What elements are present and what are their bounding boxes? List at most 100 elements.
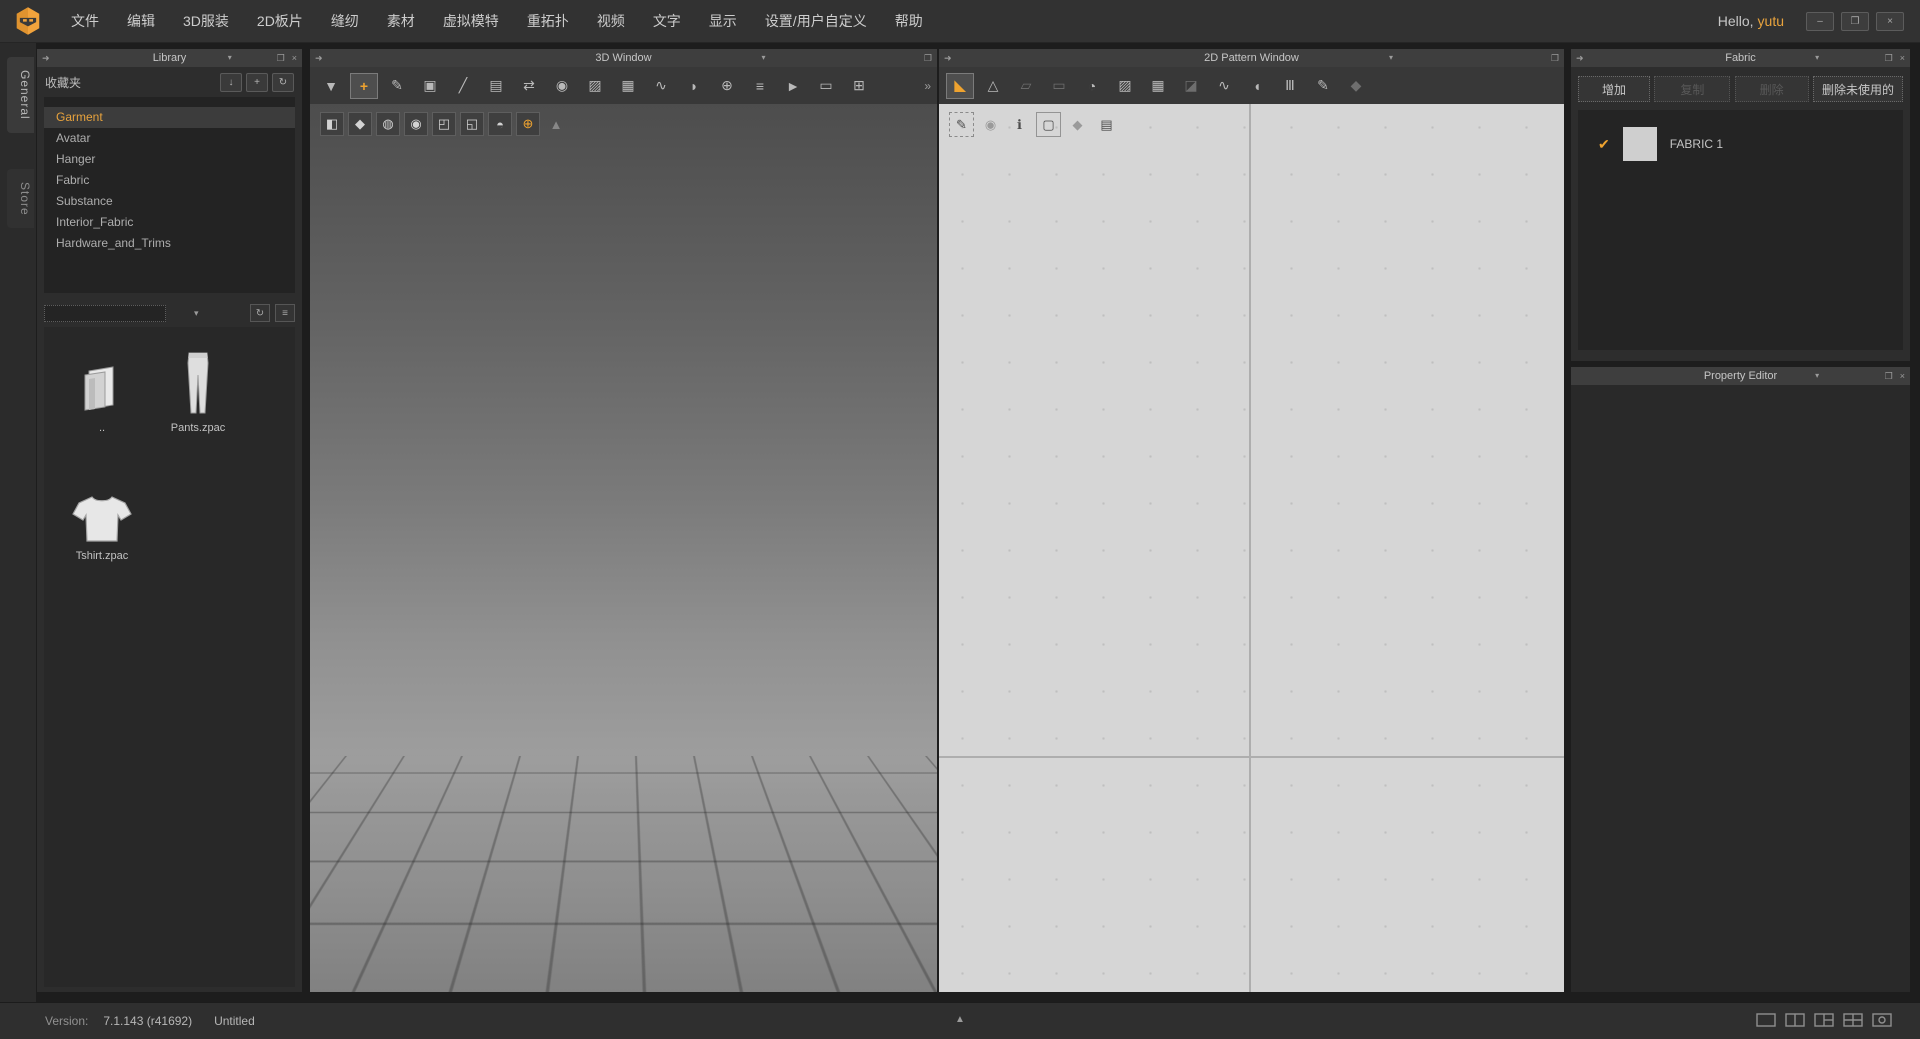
menu-file[interactable]: 文件	[57, 0, 113, 42]
edit-polygon-tool-icon[interactable]: ▱	[1012, 73, 1040, 99]
close-panel-icon[interactable]: ×	[1900, 49, 1905, 67]
menu-display[interactable]: 显示	[695, 0, 751, 42]
show-head-toggle-icon[interactable]: ◓	[488, 112, 512, 136]
fitting-tool-icon[interactable]: ◗	[680, 73, 708, 99]
2d-viewport[interactable]: ✎ ◉ ℹ ▢ ◆ ▤	[939, 104, 1564, 992]
sewing-foot-tool-icon[interactable]: ◖	[1243, 73, 1271, 99]
chevron-down-icon[interactable]: ▾	[1815, 367, 1819, 385]
minimize-button[interactable]: –	[1806, 11, 1834, 31]
show-garment-toggle-icon[interactable]: ◧	[320, 112, 344, 136]
select-pin-tool-icon[interactable]: ▣	[416, 73, 444, 99]
pin-tool-icon[interactable]: ╱	[449, 73, 477, 99]
delete-unused-fabric-button[interactable]: 删除未使用的	[1812, 76, 1903, 102]
select-move-tool-icon[interactable]: +	[350, 72, 378, 99]
show-fold-toggle-icon[interactable]: ◱	[460, 112, 484, 136]
iron-tool-icon[interactable]: ◪	[1177, 73, 1205, 99]
menu-2d-pattern[interactable]: 2D板片	[243, 0, 317, 42]
pattern-info-toggle-icon[interactable]: ℹ	[1007, 112, 1032, 137]
library-item-hanger[interactable]: Hanger	[44, 149, 295, 170]
library-item-interior-fabric[interactable]: Interior_Fabric	[44, 212, 295, 233]
search-input[interactable]	[44, 304, 166, 322]
expand-panel-icon[interactable]: ▲	[955, 1014, 965, 1025]
float-panel-icon[interactable]: ❐	[1885, 367, 1893, 385]
layout-single-icon[interactable]	[1756, 1013, 1776, 1027]
hardware-tool-icon[interactable]: ▭	[812, 73, 840, 99]
quad-mesh-tool-icon[interactable]: ▦	[614, 73, 642, 99]
select-mesh-tool-icon[interactable]: ✎	[383, 73, 411, 99]
pen-tool-icon[interactable]: ✎	[1309, 73, 1337, 99]
menu-help[interactable]: 帮助	[881, 0, 937, 42]
menu-settings[interactable]: 设置/用户自定义	[751, 0, 881, 42]
float-panel-icon[interactable]: ❐	[924, 49, 932, 67]
import-favorite-icon[interactable]: ↓	[220, 72, 242, 92]
show-garment-2d-icon[interactable]: ◆	[1342, 73, 1370, 99]
add-fabric-button[interactable]: 增加	[1578, 76, 1650, 102]
restore-button[interactable]: ❐	[1841, 11, 1869, 31]
float-panel-icon[interactable]: ❐	[1885, 49, 1893, 67]
search-filter-dropdown-icon[interactable]: ▾	[194, 308, 199, 319]
menu-material[interactable]: 素材	[373, 0, 429, 42]
transform-pattern-tool-icon[interactable]: ◣	[946, 72, 974, 99]
sewing-2d-tool-icon[interactable]: ▨	[1111, 73, 1139, 99]
measure-toggle-icon[interactable]: ▤	[1094, 112, 1119, 137]
steam-brush-tool-icon[interactable]: ∿	[647, 73, 675, 99]
close-button[interactable]: ×	[1876, 11, 1904, 31]
layout-split-2-icon[interactable]	[1785, 1013, 1805, 1027]
lock-pattern-toggle-icon[interactable]: ◆	[1065, 112, 1090, 137]
zipper-tool-icon[interactable]: ≡	[746, 73, 774, 99]
flip-fold-tool-icon[interactable]: ⇄	[515, 73, 543, 99]
library-item-hardware-and-trims[interactable]: Hardware_and_Trims	[44, 233, 295, 254]
show-environment-toggle-icon[interactable]: ⊕	[516, 112, 540, 136]
thumbnail-tshirt[interactable]: Tshirt.zpac	[54, 475, 150, 585]
float-panel-icon[interactable]: ❐	[1551, 49, 1559, 67]
add-rectangle-tool-icon[interactable]: ▭	[1045, 73, 1073, 99]
library-item-garment[interactable]: Garment	[44, 107, 295, 128]
sewing-tool-icon[interactable]: ▨	[581, 73, 609, 99]
drop-platform-icon[interactable]: ▲	[544, 112, 568, 136]
fold-arrangement-tool-icon[interactable]: ▤	[482, 73, 510, 99]
menu-text[interactable]: 文字	[639, 0, 695, 42]
3d-viewport[interactable]: ◧ ◆ ◍ ◉ ◰ ◱ ◓ ⊕ ▲	[310, 104, 937, 992]
username[interactable]: yutu	[1758, 13, 1784, 29]
show-points-toggle-icon[interactable]: ◉	[978, 112, 1003, 137]
gizmo-tool-icon[interactable]: ⊞	[845, 73, 873, 99]
edit-pattern-tool-icon[interactable]: △	[979, 73, 1007, 99]
tab-store[interactable]: Store	[7, 168, 34, 229]
arrangement-points-tool-icon[interactable]: ◉	[548, 73, 576, 99]
trace-avatar-tool-icon[interactable]: ◔	[1078, 73, 1106, 99]
delete-fabric-button[interactable]: 删除	[1734, 76, 1809, 102]
close-panel-icon[interactable]: ×	[1900, 367, 1905, 385]
check-icon[interactable]: ✔	[1598, 136, 1610, 153]
float-panel-icon[interactable]: ❐	[277, 49, 285, 67]
add-favorite-icon[interactable]: +	[246, 72, 268, 92]
layout-grid-4-icon[interactable]	[1843, 1013, 1863, 1027]
chevron-down-icon[interactable]: ▾	[228, 49, 232, 67]
show-avatar-toggle-icon[interactable]: ◉	[404, 112, 428, 136]
library-item-substance[interactable]: Substance	[44, 191, 295, 212]
show-outline-toggle-icon[interactable]: ▢	[1036, 112, 1061, 137]
pleats-tool-icon[interactable]: Ⅲ	[1276, 73, 1304, 99]
menu-avatar[interactable]: 虚拟模特	[429, 0, 513, 42]
refresh-list-icon[interactable]: ↻	[250, 304, 270, 322]
chevron-down-icon[interactable]: ▾	[1815, 49, 1819, 67]
tab-general[interactable]: General	[7, 57, 34, 133]
layout-split-3-icon[interactable]	[1814, 1013, 1834, 1027]
show-texture-toggle-icon[interactable]: ◍	[376, 112, 400, 136]
menu-edit[interactable]: 编辑	[113, 0, 169, 42]
library-item-avatar[interactable]: Avatar	[44, 128, 295, 149]
quad-2d-tool-icon[interactable]: ▦	[1144, 73, 1172, 99]
menu-sewing[interactable]: 缝纫	[317, 0, 373, 42]
simulate-tool-icon[interactable]: ▼	[317, 73, 345, 99]
view-mode-icon[interactable]: ≡	[275, 304, 295, 322]
menu-3d-garment[interactable]: 3D服装	[169, 0, 243, 42]
trim-tool-icon[interactable]: ►	[779, 73, 807, 99]
free-sewing-tool-icon[interactable]: ∿	[1210, 73, 1238, 99]
library-item-fabric[interactable]: Fabric	[44, 170, 295, 191]
thumbnail-parent-folder[interactable]: ..	[54, 347, 150, 457]
fabric-list-item[interactable]: ✔ FABRIC 1	[1578, 122, 1903, 166]
show-stitch-toggle-icon[interactable]: ✎	[949, 112, 974, 137]
copy-fabric-button[interactable]: 复制	[1654, 76, 1731, 102]
thumbnail-pants[interactable]: Pants.zpac	[150, 347, 246, 457]
show-arrangement-toggle-icon[interactable]: ◰	[432, 112, 456, 136]
layout-floating-icon[interactable]	[1872, 1013, 1892, 1027]
